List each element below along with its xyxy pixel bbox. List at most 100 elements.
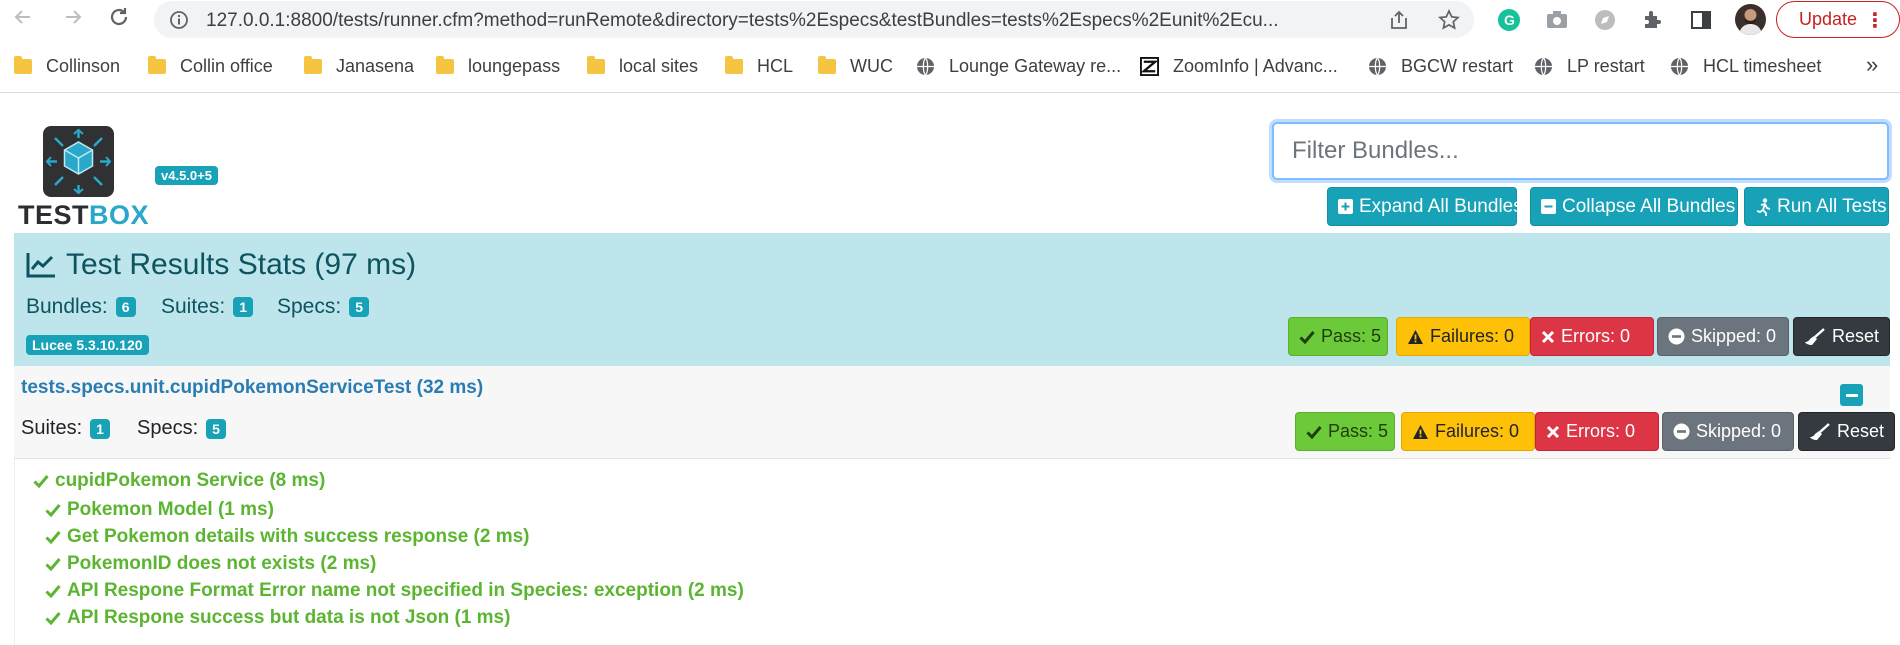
bundle-skipped-label: Skipped: 0 [1696, 421, 1782, 441]
failures-filter-button[interactable]: Failures: 0 [1396, 317, 1530, 356]
bookmark-item[interactable]: HCL [725, 48, 793, 84]
suite-name: cupidPokemon Service [55, 470, 265, 491]
stats-title: Test Results Stats (97 ms) [26, 248, 416, 282]
spec-results-list: cupidPokemon Service (8 ms) Pokemon Mode… [14, 459, 1890, 645]
x-icon [1541, 330, 1555, 344]
spec-item[interactable]: Pokemon Model (1 ms) [45, 499, 274, 521]
pass-filter-button[interactable]: Pass: 5 [1288, 317, 1388, 356]
bundle-link[interactable]: tests.specs.unit.cupidPokemonServiceTest… [21, 377, 483, 399]
run-all-tests-button[interactable]: Run All Tests [1744, 187, 1889, 226]
bookmark-item[interactable]: WUC [818, 48, 893, 84]
folder-icon [436, 55, 454, 74]
update-label: Update [1799, 9, 1858, 29]
pass-label: Pass: 5 [1321, 326, 1382, 346]
stats-title-text: Test Results Stats (97 ms) [66, 248, 417, 281]
check-icon [45, 584, 61, 598]
bookmark-item[interactable]: Janasena [304, 48, 414, 84]
x-icon [1546, 425, 1560, 439]
check-icon [45, 530, 61, 544]
bookmark-item[interactable]: LP restart [1534, 48, 1645, 84]
suite-item[interactable]: cupidPokemon Service (8 ms) [33, 470, 325, 492]
bookmark-label: Collinson [46, 55, 121, 76]
bundle-specs-count: Specs: 5 [137, 417, 226, 440]
bookmark-label: Collin office [180, 55, 273, 76]
extensions-puzzle-icon[interactable] [1640, 7, 1666, 33]
reload-button[interactable] [106, 6, 132, 32]
spec-item[interactable]: API Respone success but data is not Json… [45, 607, 510, 629]
back-button[interactable] [10, 6, 36, 32]
failures-label: Failures: 0 [1430, 326, 1515, 346]
profile-avatar[interactable] [1735, 4, 1766, 35]
bookmark-item[interactable]: Collinson [14, 48, 120, 84]
reset-button[interactable]: Reset [1793, 317, 1890, 356]
skipped-filter-button[interactable]: Skipped: 0 [1657, 317, 1789, 356]
camera-icon[interactable] [1544, 7, 1570, 33]
run-all-tests-label: Run All Tests [1777, 195, 1887, 217]
skipped-label: Skipped: 0 [1691, 326, 1777, 346]
bundle-panel: tests.specs.unit.cupidPokemonServiceTest… [14, 366, 1895, 459]
update-button[interactable]: Update ⋮ [1776, 1, 1900, 38]
svg-text:G: G [1504, 12, 1515, 28]
line-chart-icon [26, 252, 56, 278]
bundle-name-text: tests.specs.unit.cupidPokemonServiceTest [21, 377, 412, 398]
bundle-skipped-button[interactable]: Skipped: 0 [1662, 412, 1794, 451]
kebab-menu-icon: ⋮ [1865, 10, 1885, 32]
minus-circle-icon [1668, 328, 1685, 345]
bookmark-item[interactable]: local sites [587, 48, 698, 84]
bookmark-item[interactable]: loungepass [436, 48, 560, 84]
filter-bundles-input[interactable] [1272, 122, 1889, 180]
bundles-count-label: Bundles: [26, 295, 108, 318]
bookmark-item[interactable]: Collin office [148, 48, 273, 84]
folder-icon [148, 55, 166, 74]
folder-icon [587, 55, 605, 74]
address-bar[interactable]: 127.0.0.1:8800/tests/runner.cfm?method=r… [154, 1, 1474, 38]
bookmarks-overflow-button[interactable]: » [1866, 52, 1878, 78]
bundle-pass-button[interactable]: Pass: 5 [1295, 412, 1395, 451]
minus-circle-icon [1673, 423, 1690, 440]
bookmark-label: WUC [850, 55, 893, 76]
bundle-errors-button[interactable]: Errors: 0 [1535, 412, 1659, 451]
suites-count-label: Suites: [161, 295, 226, 318]
plus-square-icon [1338, 199, 1353, 214]
grammarly-icon[interactable]: G [1496, 7, 1522, 33]
logo-text-test: TEST [18, 200, 90, 230]
spec-item[interactable]: API Respone Format Error name not specif… [45, 580, 744, 602]
compass-extension-icon[interactable] [1592, 7, 1618, 33]
forward-button[interactable] [60, 6, 86, 32]
bookmark-label: local sites [619, 55, 699, 76]
forward-arrow-icon [63, 7, 83, 32]
share-icon[interactable] [1388, 9, 1410, 31]
bundle-errors-label: Errors: 0 [1566, 421, 1636, 441]
bookmark-label: loungepass [468, 55, 561, 76]
globe-icon [1670, 57, 1689, 75]
side-panel-icon[interactable] [1688, 7, 1714, 33]
bookmark-item[interactable]: BGCW restart [1368, 48, 1513, 84]
bundle-reset-button[interactable]: Reset [1798, 412, 1895, 451]
bookmark-item[interactable]: HCL timesheet [1670, 48, 1821, 84]
spec-item[interactable]: PokemonID does not exists (2 ms) [45, 553, 376, 575]
bookmark-star-icon[interactable] [1438, 9, 1460, 31]
spec-name: Pokemon Model (1 ms) [67, 499, 274, 520]
bookmark-item[interactable]: ZoomInfo | Advanc... [1140, 48, 1338, 84]
expand-all-bundles-label: Expand All Bundles [1359, 195, 1523, 217]
bundles-count-badge: 6 [115, 297, 136, 317]
bundle-collapse-button[interactable] [1840, 384, 1863, 406]
check-icon [45, 611, 61, 625]
bundle-pass-label: Pass: 5 [1328, 421, 1389, 441]
site-info-icon[interactable] [168, 9, 190, 31]
bundle-suites-label: Suites: [21, 417, 83, 439]
spec-item[interactable]: Get Pokemon details with success respons… [45, 526, 530, 548]
expand-all-bundles-button[interactable]: Expand All Bundles [1327, 187, 1523, 226]
check-icon [1306, 425, 1322, 439]
collapse-all-bundles-button[interactable]: Collapse All Bundles [1530, 187, 1738, 226]
folder-icon [304, 55, 322, 74]
browser-toolbar: 127.0.0.1:8800/tests/runner.cfm?method=r… [0, 0, 1900, 39]
bundle-failures-label: Failures: 0 [1435, 421, 1520, 441]
bookmark-item[interactable]: Lounge Gateway re... [916, 48, 1121, 84]
globe-icon [1368, 57, 1387, 75]
reset-label: Reset [1832, 326, 1880, 346]
errors-filter-button[interactable]: Errors: 0 [1530, 317, 1654, 356]
bundle-specs-label: Specs: [137, 417, 199, 439]
bundle-failures-button[interactable]: Failures: 0 [1401, 412, 1535, 451]
bookmark-label: Lounge Gateway re... [949, 55, 1122, 76]
